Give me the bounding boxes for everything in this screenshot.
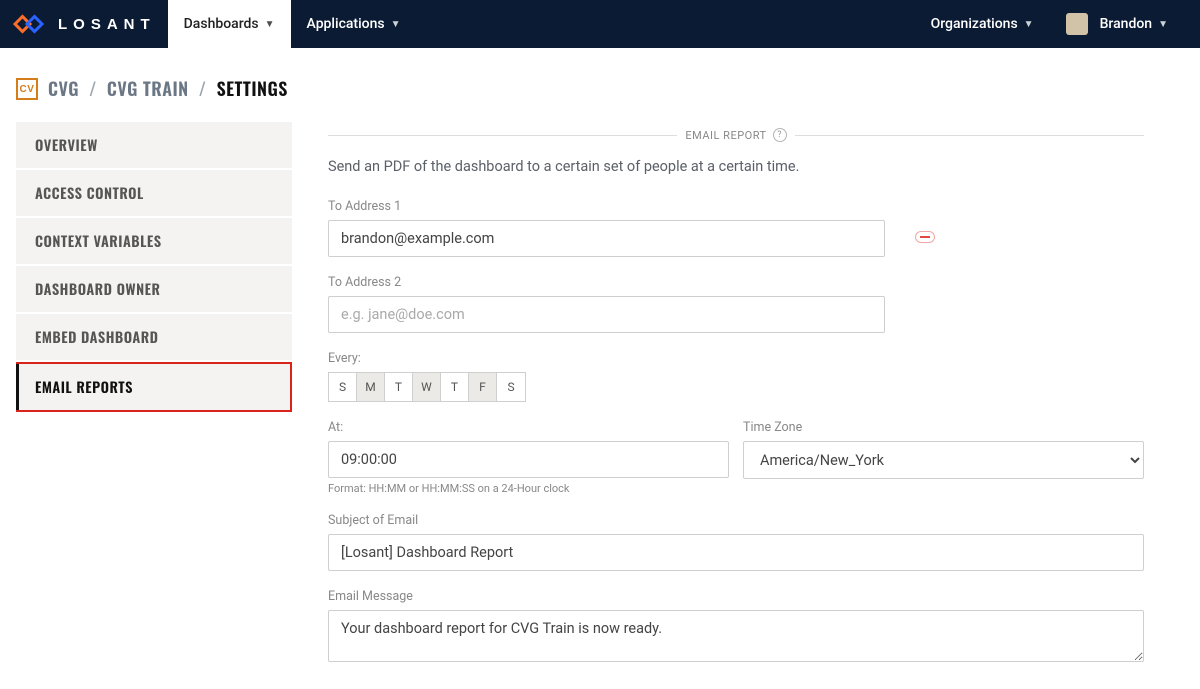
avatar — [1066, 13, 1088, 35]
chevron-down-icon: ▼ — [265, 19, 275, 30]
losant-logo-icon — [12, 12, 48, 36]
every-row: Every: S M T W T F S — [328, 351, 1144, 402]
days-toggle: S M T W T F S — [328, 372, 526, 402]
breadcrumb-separator: / — [89, 76, 97, 102]
brand-name: LOSANT — [58, 16, 156, 33]
sidebar-item-overview[interactable]: OVERVIEW — [16, 122, 292, 168]
breadcrumb-icon: CV — [16, 78, 38, 100]
divider — [795, 135, 1144, 136]
chevron-down-icon: ▼ — [1024, 19, 1034, 30]
day-tue[interactable]: T — [385, 373, 413, 401]
subject-label: Subject of Email — [328, 513, 1144, 528]
sidebar-item-dashboard-owner[interactable]: DASHBOARD OWNER — [16, 266, 292, 312]
day-sat[interactable]: S — [497, 373, 525, 401]
top-nav: LOSANT Dashboards ▼ Applications ▼ Organ… — [0, 0, 1200, 48]
tz-label: Time Zone — [743, 420, 1144, 435]
nav-organizations-label: Organizations — [931, 16, 1018, 32]
breadcrumb-separator: / — [199, 76, 207, 102]
nav-applications-label: Applications — [307, 16, 385, 32]
minus-icon — [920, 236, 930, 238]
message-label: Email Message — [328, 589, 1144, 604]
breadcrumb-cvg-train[interactable]: CVG TRAIN — [107, 76, 189, 102]
to-address-2-input[interactable] — [328, 296, 885, 333]
chevron-down-icon: ▼ — [391, 19, 401, 30]
sidebar-item-label: CONTEXT VARIABLES — [35, 231, 162, 252]
brand-logo[interactable]: LOSANT — [12, 0, 156, 48]
subject-input[interactable] — [328, 534, 1144, 571]
sidebar-item-label: EMAIL REPORTS — [35, 377, 133, 398]
sidebar-item-embed-dashboard[interactable]: EMBED DASHBOARD — [16, 314, 292, 360]
sidebar-item-context-variables[interactable]: CONTEXT VARIABLES — [16, 218, 292, 264]
section-description: Send an PDF of the dashboard to a certai… — [328, 158, 1144, 175]
sidebar-item-label: ACCESS CONTROL — [35, 183, 144, 204]
day-fri[interactable]: F — [469, 373, 497, 401]
page-body: OVERVIEW ACCESS CONTROL CONTEXT VARIABLE… — [0, 122, 1200, 684]
nav-user-menu[interactable]: Brandon ▼ — [1050, 0, 1184, 48]
divider — [328, 135, 677, 136]
nav-dashboards-label: Dashboards — [184, 16, 259, 32]
sidebar-item-email-reports[interactable]: EMAIL REPORTS — [16, 364, 290, 410]
day-mon[interactable]: M — [357, 373, 385, 401]
settings-sidebar: OVERVIEW ACCESS CONTROL CONTEXT VARIABLE… — [16, 122, 292, 414]
sidebar-item-label: OVERVIEW — [35, 135, 98, 156]
to-address-1-input[interactable] — [328, 220, 885, 257]
nav-organizations[interactable]: Organizations ▼ — [915, 0, 1050, 48]
to-address-2-row: To Address 2 — [328, 275, 885, 333]
breadcrumb-current: SETTINGS — [217, 76, 288, 102]
chevron-down-icon: ▼ — [1158, 19, 1168, 30]
message-row: Email Message Your dashboard report for … — [328, 589, 1144, 666]
sidebar-item-email-reports-highlight: EMAIL REPORTS — [16, 362, 292, 412]
at-label: At: — [328, 420, 729, 435]
every-label: Every: — [328, 351, 1144, 366]
at-tz-row: At: Format: HH:MM or HH:MM:SS on a 24-Ho… — [328, 420, 1144, 495]
day-wed[interactable]: W — [413, 373, 441, 401]
to-address-1-label: To Address 1 — [328, 199, 885, 214]
nav-user-label: Brandon — [1100, 16, 1153, 32]
breadcrumb: CV CVG / CVG TRAIN / SETTINGS — [0, 48, 1200, 122]
subject-row: Subject of Email — [328, 513, 1144, 571]
nav-dashboards[interactable]: Dashboards ▼ — [168, 0, 291, 48]
message-textarea[interactable]: Your dashboard report for CVG Train is n… — [328, 610, 1144, 662]
section-title-text: EMAIL REPORT — [685, 129, 766, 142]
remove-address-button[interactable] — [915, 231, 935, 243]
sidebar-item-label: DASHBOARD OWNER — [35, 279, 160, 300]
section-title: EMAIL REPORT ? — [685, 128, 786, 142]
nav-applications[interactable]: Applications ▼ — [291, 0, 417, 48]
section-header: EMAIL REPORT ? — [328, 128, 1144, 142]
day-thu[interactable]: T — [441, 373, 469, 401]
content-area: EMAIL REPORT ? Send an PDF of the dashbo… — [328, 122, 1184, 684]
day-sun[interactable]: S — [329, 373, 357, 401]
breadcrumb-cvg[interactable]: CVG — [48, 76, 79, 102]
sidebar-item-label: EMBED DASHBOARD — [35, 327, 158, 348]
to-address-1-row: To Address 1 — [328, 199, 1144, 257]
at-time-input[interactable] — [328, 441, 729, 478]
sidebar-item-access-control[interactable]: ACCESS CONTROL — [16, 170, 292, 216]
time-zone-select[interactable]: America/New_York — [743, 441, 1144, 479]
to-address-2-label: To Address 2 — [328, 275, 885, 290]
help-icon[interactable]: ? — [773, 128, 787, 142]
at-hint: Format: HH:MM or HH:MM:SS on a 24-Hour c… — [328, 482, 729, 495]
